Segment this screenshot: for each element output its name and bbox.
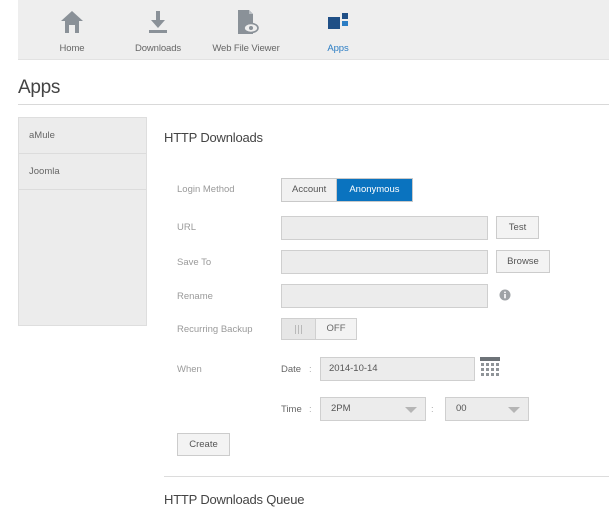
chevron-down-icon — [405, 407, 417, 413]
top-nav: Home Downloads Web File Viewer Apps — [18, 0, 609, 60]
calendar-icon[interactable] — [480, 357, 500, 382]
login-method-label: Login Method — [177, 184, 235, 195]
home-icon — [58, 8, 86, 36]
sidebar-item-joomla[interactable]: Joomla — [19, 154, 146, 190]
nav-home-label: Home — [59, 43, 85, 54]
section-title: HTTP Downloads — [164, 130, 263, 145]
nav-downloads[interactable]: Downloads — [133, 0, 183, 60]
switch-state: OFF — [326, 323, 346, 334]
create-button[interactable]: Create — [177, 433, 230, 456]
login-account-button[interactable]: Account — [282, 179, 338, 201]
nav-web-file-viewer[interactable]: Web File Viewer — [204, 0, 288, 60]
nav-home[interactable]: Home — [52, 0, 92, 60]
section-divider — [164, 476, 609, 477]
apps-sidebar: aMule Joomla — [18, 117, 147, 326]
browse-button[interactable]: Browse — [496, 250, 550, 273]
date-input[interactable]: 2014-10-14 — [320, 357, 475, 381]
page-title: Apps — [18, 77, 61, 98]
hour-minute-colon: : — [431, 404, 434, 415]
save-to-input[interactable] — [281, 250, 488, 274]
sidebar-item-amule[interactable]: aMule — [19, 118, 146, 154]
time-label: Time — [281, 404, 302, 415]
login-method-toggle: Account Anonymous — [281, 178, 413, 202]
url-label: URL — [177, 222, 197, 233]
hour-select[interactable]: 2PM — [320, 397, 426, 421]
time-colon: : — [309, 404, 312, 415]
rename-label: Rename — [177, 291, 213, 302]
when-label: When — [177, 364, 202, 375]
nav-web-file-viewer-label: Web File Viewer — [212, 43, 280, 54]
recurring-backup-label: Recurring Backup — [177, 324, 253, 335]
date-label: Date — [281, 364, 302, 375]
title-divider — [18, 104, 609, 105]
date-colon: : — [309, 364, 312, 375]
login-anonymous-button[interactable]: Anonymous — [337, 179, 412, 201]
minute-select[interactable]: 00 — [445, 397, 529, 421]
url-input[interactable] — [281, 216, 488, 240]
switch-knob — [282, 319, 316, 339]
info-icon[interactable] — [499, 289, 511, 304]
recurring-backup-switch[interactable]: OFF — [281, 318, 357, 340]
nav-apps-label: Apps — [327, 43, 349, 54]
apps-icon — [324, 8, 352, 36]
test-button[interactable]: Test — [496, 216, 539, 239]
nav-apps[interactable]: Apps — [318, 0, 358, 60]
file-viewer-icon — [232, 8, 260, 36]
nav-downloads-label: Downloads — [134, 43, 182, 54]
chevron-down-icon — [508, 407, 520, 413]
save-to-label: Save To — [177, 257, 212, 268]
minute-value: 00 — [456, 403, 467, 414]
hour-value: 2PM — [331, 403, 351, 414]
queue-title: HTTP Downloads Queue — [164, 492, 305, 507]
download-icon — [144, 8, 172, 36]
rename-input[interactable] — [281, 284, 488, 308]
